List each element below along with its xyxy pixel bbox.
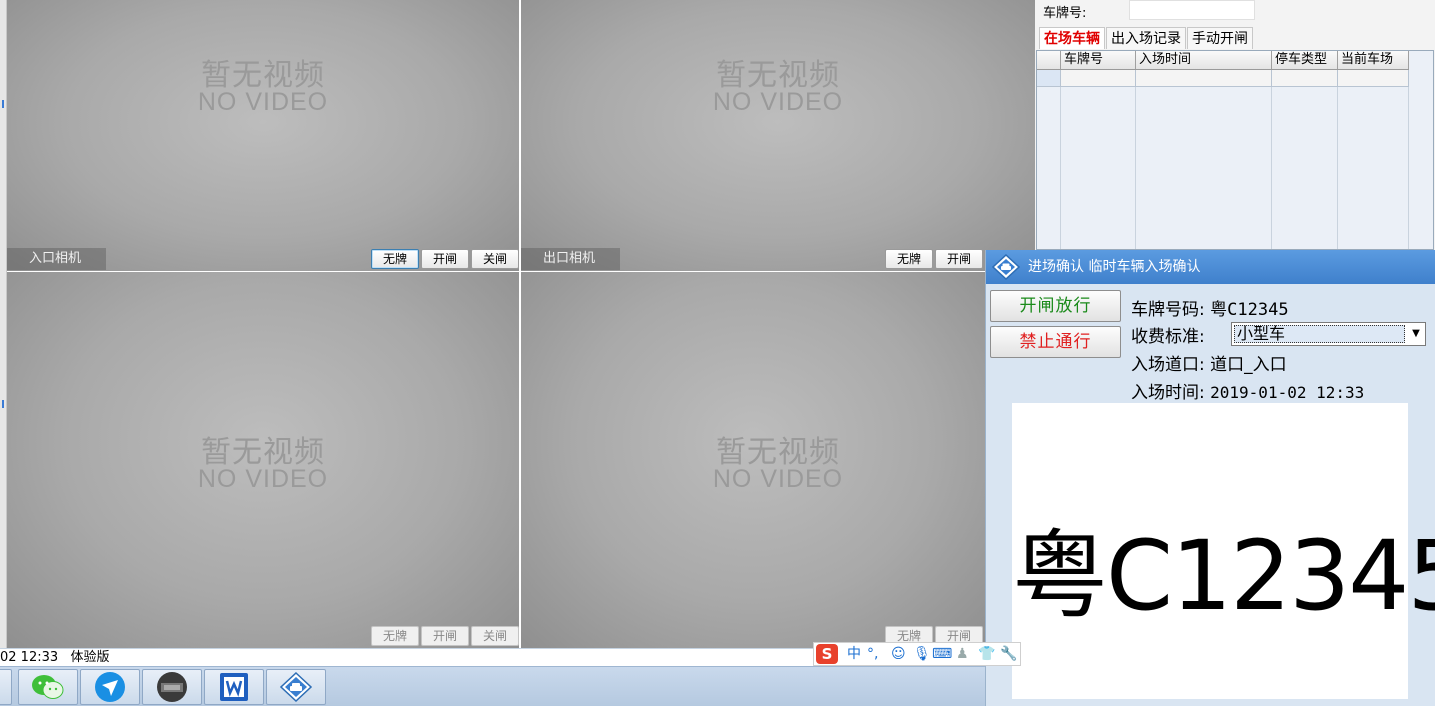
exit-open-gate-button[interactable]: 开闸 xyxy=(935,249,983,269)
row-header xyxy=(1037,70,1061,87)
vehicles-table: 车牌号 入场时间 停车类型 当前车场 xyxy=(1036,50,1434,250)
exit-no-plate-button[interactable]: 无牌 xyxy=(885,249,933,269)
microphone-icon[interactable]: 🎙 xyxy=(913,645,931,663)
entry-lane-label: 入场道口: xyxy=(1131,355,1205,375)
skin-icon[interactable]: 👕 xyxy=(978,645,995,663)
no-video-text-en: NO VIDEO xyxy=(197,465,329,493)
user-icon[interactable]: ♟ xyxy=(956,645,969,663)
entrance-camera-label: 入口相机 xyxy=(7,248,106,270)
entry-lane-row: 入场道口: 道口_入口 xyxy=(1131,350,1287,375)
table-scroll-area[interactable] xyxy=(1409,51,1433,249)
wrench-icon[interactable]: 🔧 xyxy=(1000,645,1017,663)
exit-camera-label: 出口相机 xyxy=(521,248,620,270)
entry-lane-value: 道口_入口 xyxy=(1210,355,1287,375)
confirm-title-bar: 进场确认 临时车辆入场确认 xyxy=(986,250,1435,284)
entry-time-label: 入场时间: xyxy=(1131,383,1205,403)
taskbar-item-wps[interactable] xyxy=(204,669,264,705)
strip-marker xyxy=(2,400,4,408)
taskbar-item-partial[interactable] xyxy=(0,669,12,705)
status-edition: 体验版 xyxy=(70,650,110,665)
table-cell xyxy=(1338,70,1409,87)
fee-standard-select[interactable]: 小型车 ▼ xyxy=(1231,322,1426,346)
wps-writer-icon xyxy=(220,673,248,701)
tab-entry-exit-records[interactable]: 出入场记录 xyxy=(1106,27,1186,49)
row-header-column xyxy=(1037,87,1061,249)
deny-pass-button[interactable]: 禁止通行 xyxy=(990,326,1121,358)
table-header-corner xyxy=(1037,51,1061,69)
entrance-camera-view: 暂无视频 NO VIDEO 入口相机 无牌 开闸 关闸 xyxy=(7,0,519,271)
no-video-text-en: NO VIDEO xyxy=(197,88,329,116)
cam3-no-plate-button[interactable]: 无牌 xyxy=(371,626,419,646)
plate-search-label: 车牌号: xyxy=(1043,6,1087,21)
taskbar-item-camera[interactable] xyxy=(142,669,202,705)
tab-manual-open-gate[interactable]: 手动开闸 xyxy=(1187,27,1253,49)
column-current-lot[interactable]: 当前车场 xyxy=(1338,51,1409,69)
taskbar-item-parking[interactable] xyxy=(266,669,326,705)
grid-column-line xyxy=(1338,87,1409,249)
emoji-icon[interactable]: ☺ xyxy=(891,645,906,663)
entrance-close-gate-button[interactable]: 关闸 xyxy=(471,249,519,269)
parking-app-icon xyxy=(280,672,312,702)
plate-image: 粤C12345 xyxy=(1012,403,1435,699)
entrance-open-gate-button[interactable]: 开闸 xyxy=(421,249,469,269)
plate-image-text: 粤C12345 xyxy=(1012,520,1435,632)
grid-column-line xyxy=(1136,87,1272,249)
keyboard-icon[interactable]: ⌨ xyxy=(932,645,952,663)
cam3-close-gate-button[interactable]: 关闸 xyxy=(471,626,519,646)
fee-standard-label: 收费标准: xyxy=(1131,327,1205,347)
left-edge-strip xyxy=(0,0,7,648)
camera-app-icon xyxy=(157,672,187,702)
no-video-text-en: NO VIDEO xyxy=(712,88,844,116)
punctuation-icon[interactable]: °, xyxy=(867,645,878,663)
plate-number-value: 粤C12345 xyxy=(1210,300,1289,320)
grid-column-line xyxy=(1272,87,1338,249)
status-time: 02 12:33 xyxy=(0,650,59,665)
allow-pass-button[interactable]: 开闸放行 xyxy=(990,290,1121,322)
cam3-open-gate-button[interactable]: 开闸 xyxy=(421,626,469,646)
fee-standard-value: 小型车 xyxy=(1234,325,1405,343)
table-cell xyxy=(1272,70,1338,87)
ime-language[interactable]: 中 xyxy=(847,645,861,663)
wechat-icon xyxy=(32,675,64,699)
taskbar-item-wechat[interactable] xyxy=(18,669,78,705)
taskbar xyxy=(0,666,985,706)
table-cell xyxy=(1061,70,1136,87)
table-row[interactable] xyxy=(1037,70,1409,87)
taskbar-item-messenger[interactable] xyxy=(80,669,140,705)
entry-confirm-panel: 进场确认 临时车辆入场确认 开闸放行 禁止通行 车牌号码: 粤C12345 收费… xyxy=(985,250,1435,706)
column-parking-type[interactable]: 停车类型 xyxy=(1272,51,1338,69)
entry-time-value: 2019-01-02 12:33 xyxy=(1210,383,1365,402)
messenger-icon xyxy=(95,672,125,702)
entry-time-row: 入场时间: 2019-01-02 12:33 xyxy=(1131,378,1364,403)
confirm-title: 进场确认 临时车辆入场确认 xyxy=(1028,259,1201,275)
entrance-no-plate-button[interactable]: 无牌 xyxy=(371,249,419,269)
table-cell xyxy=(1136,70,1272,87)
table-header: 车牌号 入场时间 停车类型 当前车场 xyxy=(1037,51,1409,70)
plate-number-row: 车牌号码: 粤C12345 xyxy=(1131,295,1289,320)
plate-number-label: 车牌号码: xyxy=(1131,300,1205,320)
sogou-logo-icon[interactable]: S xyxy=(816,644,838,664)
car-icon xyxy=(992,254,1020,280)
column-plate[interactable]: 车牌号 xyxy=(1061,51,1136,69)
exit-camera-view: 暂无视频 NO VIDEO 出口相机 无牌 开闸 xyxy=(521,0,1035,271)
camera-view-3: 暂无视频 NO VIDEO 无牌 开闸 关闸 xyxy=(7,272,519,648)
plate-search-input[interactable] xyxy=(1129,0,1255,20)
vehicle-tabs: 在场车辆 出入场记录 手动开闸 xyxy=(1039,27,1254,49)
tab-vehicles-in-lot[interactable]: 在场车辆 xyxy=(1039,27,1105,49)
grid-column-line xyxy=(1061,87,1136,249)
ime-toolbar: S 中 °, ☺ 🎙 ⌨ ♟ 👕 🔧 xyxy=(813,642,1021,666)
no-video-text-en: NO VIDEO xyxy=(712,465,844,493)
camera-view-4: 暂无视频 NO VIDEO 无牌 开闸 xyxy=(521,272,985,648)
strip-marker xyxy=(2,100,4,108)
vehicle-panel: 车牌号: 在场车辆 出入场记录 手动开闸 车牌号 入场时间 停车类型 当前车场 xyxy=(1035,0,1435,250)
column-entry-time[interactable]: 入场时间 xyxy=(1136,51,1272,69)
chevron-down-icon[interactable]: ▼ xyxy=(1407,323,1425,345)
